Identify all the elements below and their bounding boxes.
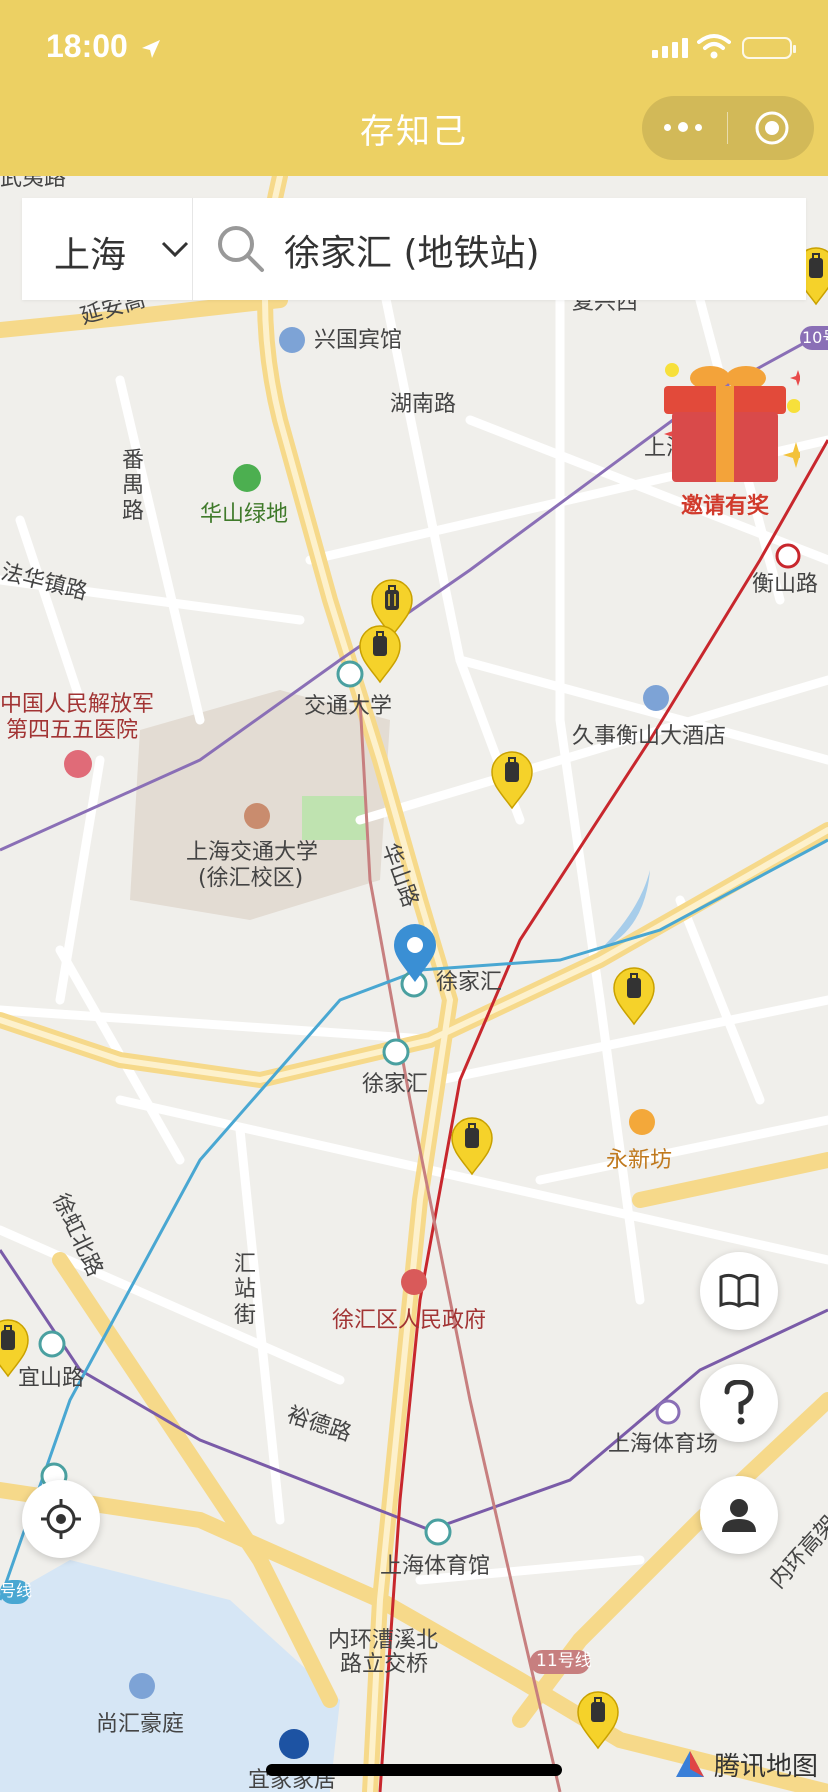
locate-button[interactable] [22,1480,100,1558]
map-label: 尚汇豪庭 [96,1712,185,1737]
map-label: 久事衡山大酒店 [572,724,727,749]
map-label: 上海体育馆 [380,1554,491,1579]
hotel-icon [279,327,305,353]
map-label: 番禺路 [122,448,145,524]
chevron-down-icon[interactable] [160,238,190,260]
map-label: 永新坊 [606,1148,673,1173]
user-icon [722,1499,756,1532]
hospital-icon [64,750,92,778]
map-label: 湖南路 [390,392,457,417]
luggage-marker-icon [0,1319,29,1378]
profile-button[interactable] [700,1476,778,1554]
map-label: 交通大学 [304,694,393,719]
home-indicator [266,1764,562,1776]
app-header: 18:00 存知己 [0,0,828,176]
close-miniprogram-button[interactable] [752,108,792,148]
ikea-icon [279,1729,309,1759]
map-label: 兴国宾馆 [314,328,403,353]
search-divider [192,198,193,300]
search-input[interactable]: 徐家汇 (地铁站) [284,224,540,276]
luggage-marker[interactable] [490,750,534,810]
invite-reward-label: 邀请有奖 [680,494,769,519]
government-icon [401,1269,427,1295]
luggage-marker[interactable] [612,966,656,1026]
miniprogram-capsule [642,96,814,160]
map-label: 上海体育场 [608,1432,719,1457]
search-icon [218,226,264,272]
map-label: 10号 [802,328,828,347]
map-label: 衡山路 [752,572,819,597]
map-label: 徐家汇 [436,970,503,995]
wifi-icon [697,34,731,59]
book-icon [719,1273,759,1308]
signal-icon [652,38,688,58]
luggage-marker-icon [491,751,533,810]
luggage-marker[interactable] [450,1116,494,1176]
location-pin [392,924,438,984]
invite-reward-button[interactable]: 邀请有奖 [650,356,809,526]
battery-icon [742,37,796,59]
residence-icon [129,1673,155,1699]
hotel-icon [643,685,669,711]
map-label: 11号线 [536,1651,592,1671]
gift-icon [664,363,809,482]
map-label: 路立交桥 [340,1652,429,1677]
map-label: 华山绿地 [200,502,289,527]
map-label: 第四五五医院 [6,718,139,743]
luggage-marker-icon [613,967,655,1026]
map-label: 号线 [0,1581,33,1600]
map-label: 内环漕溪北 [328,1628,439,1653]
luggage-marker-icon [359,625,401,684]
tencent-map-logo-icon [676,1750,704,1777]
location-pin-icon [394,924,436,982]
location-arrow-icon [142,40,160,58]
school-icon [244,803,270,829]
luggage-marker-icon [577,1691,619,1750]
luggage-marker[interactable] [0,1318,30,1378]
map-attribution: 腾讯地图 [672,1746,818,1783]
city-selector[interactable]: 上海 [54,226,126,278]
more-button[interactable] [664,122,702,132]
map-label: 徐家汇 [362,1072,429,1097]
luggage-marker[interactable] [576,1690,620,1750]
map-label: 中国人民解放军 [0,692,155,717]
map-label: 徐汇区人民政府 [332,1308,487,1333]
shop-icon [629,1109,655,1135]
luggage-marker-icon [451,1117,493,1176]
search-bar: 上海 徐家汇 (地铁站) [22,198,806,300]
status-time: 18:00 [46,28,128,64]
help-icon [724,1380,754,1425]
map-label: 汇站街 [234,1252,257,1328]
capsule-divider [727,112,728,144]
luggage-marker[interactable] [358,624,402,684]
attribution-text: 腾讯地图 [714,1752,819,1782]
guide-button[interactable] [700,1252,778,1330]
park-icon [233,464,261,492]
map-label: 上海交通大学 [186,840,319,865]
locate-icon [41,1499,81,1539]
help-button[interactable] [700,1364,778,1442]
app-root: 武夷路 延安高 复兴西 10号 兴国宾馆 湖南路 上海 番禺路 华山绿地 法华镇… [0,0,828,1792]
map-label: (徐汇校区) [198,866,304,891]
